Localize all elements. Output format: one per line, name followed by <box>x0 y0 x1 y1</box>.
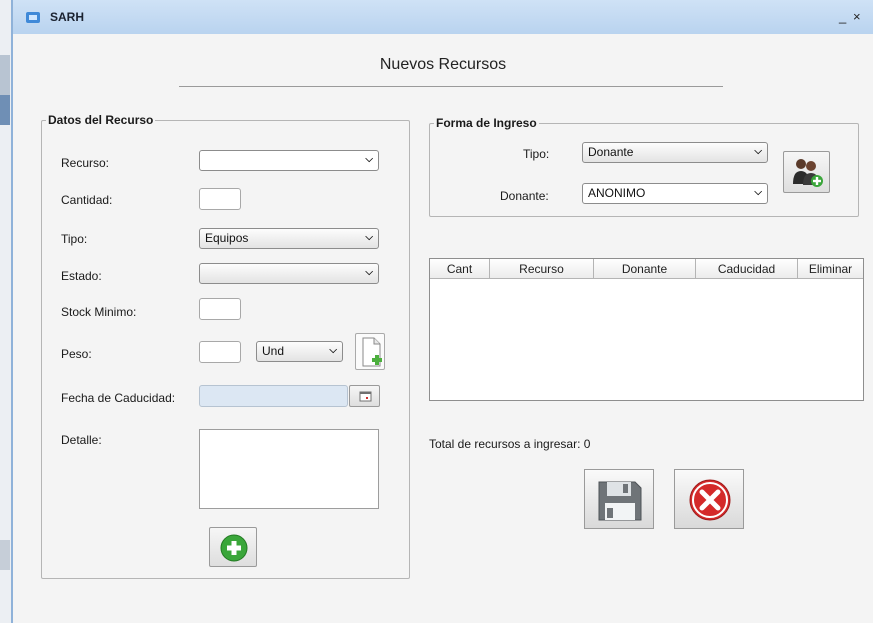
new-document-icon <box>362 337 382 367</box>
add-resource-button[interactable] <box>209 527 257 567</box>
tipo-select-value: Equipos <box>205 231 249 245</box>
app-window: SARH _ × Nuevos Recursos Datos del Recur… <box>11 0 873 623</box>
datos-recurso-legend: Datos del Recurso <box>48 113 154 127</box>
chevron-down-icon: ⌵ <box>365 154 373 165</box>
cantidad-input[interactable] <box>199 188 241 210</box>
desktop-fragment <box>0 55 10 95</box>
total-recursos-text: Total de recursos a ingresar: 0 <box>429 437 591 451</box>
desktop-background-strip <box>0 0 11 623</box>
resources-table[interactable]: Cant Recurso Donante Caducidad Eliminar <box>429 258 864 401</box>
tipo-select[interactable]: Equipos ⌵ <box>199 228 379 249</box>
tipo-label: Tipo: <box>61 232 88 246</box>
fecha-caducidad-input[interactable] <box>199 385 348 407</box>
fecha-caducidad-label: Fecha de Caducidad: <box>61 391 176 405</box>
unidad-select[interactable]: Und ⌵ <box>256 341 343 362</box>
chevron-down-icon: ⌵ <box>754 146 762 157</box>
ingreso-tipo-label: Tipo: <box>523 147 550 161</box>
cancel-icon <box>689 479 731 521</box>
resources-table-header: Cant Recurso Donante Caducidad Eliminar <box>430 259 863 279</box>
ingreso-tipo-select-value: Donante <box>588 145 634 159</box>
chevron-down-icon: ⌵ <box>365 232 373 243</box>
donante-select-value: ANONIMO <box>588 186 646 200</box>
detalle-textarea[interactable] <box>199 429 379 509</box>
column-header-cant[interactable]: Cant <box>430 259 490 278</box>
estado-label: Estado: <box>61 269 102 283</box>
peso-input[interactable] <box>199 341 241 363</box>
close-button[interactable]: × <box>853 10 861 24</box>
title-divider <box>179 86 723 87</box>
chevron-down-icon: ⌵ <box>754 187 762 198</box>
recurso-label: Recurso: <box>61 156 110 170</box>
title-bar: SARH _ × <box>13 0 873 34</box>
column-header-caducidad[interactable]: Caducidad <box>696 259 798 278</box>
column-header-eliminar[interactable]: Eliminar <box>798 259 863 278</box>
column-header-recurso[interactable]: Recurso <box>490 259 594 278</box>
desktop-fragment <box>0 95 10 125</box>
cancel-button[interactable] <box>674 469 744 529</box>
chevron-down-icon: ⌵ <box>365 267 373 278</box>
app-icon <box>26 12 40 23</box>
calendar-button[interactable] <box>349 385 380 407</box>
minimize-button[interactable]: _ <box>839 10 846 24</box>
stock-minimo-input[interactable] <box>199 298 241 320</box>
desktop-fragment <box>0 540 10 570</box>
forma-ingreso-legend: Forma de Ingreso <box>436 116 537 130</box>
save-button[interactable] <box>584 469 654 529</box>
ingreso-tipo-select[interactable]: Donante ⌵ <box>582 142 768 163</box>
add-icon <box>220 534 248 562</box>
estado-select[interactable]: ⌵ <box>199 263 379 284</box>
unidad-select-value: Und <box>262 344 285 358</box>
recurso-select[interactable]: ⌵ <box>199 150 379 171</box>
donante-select[interactable]: ANONIMO ⌵ <box>582 183 768 204</box>
add-people-icon <box>793 159 823 187</box>
cantidad-label: Cantidad: <box>61 193 113 207</box>
floppy-disk-icon <box>598 481 642 521</box>
column-header-donante[interactable]: Donante <box>594 259 696 278</box>
donante-label: Donante: <box>500 189 549 203</box>
add-donor-button[interactable] <box>783 151 830 193</box>
peso-label: Peso: <box>61 347 92 361</box>
chevron-down-icon: ⌵ <box>329 345 337 356</box>
window-title: SARH <box>50 10 85 24</box>
calendar-icon <box>359 391 372 402</box>
add-unit-button[interactable] <box>355 333 385 370</box>
page-title: Nuevos Recursos <box>379 56 507 73</box>
stock-minimo-label: Stock Minimo: <box>61 305 137 319</box>
detalle-label: Detalle: <box>61 433 102 447</box>
